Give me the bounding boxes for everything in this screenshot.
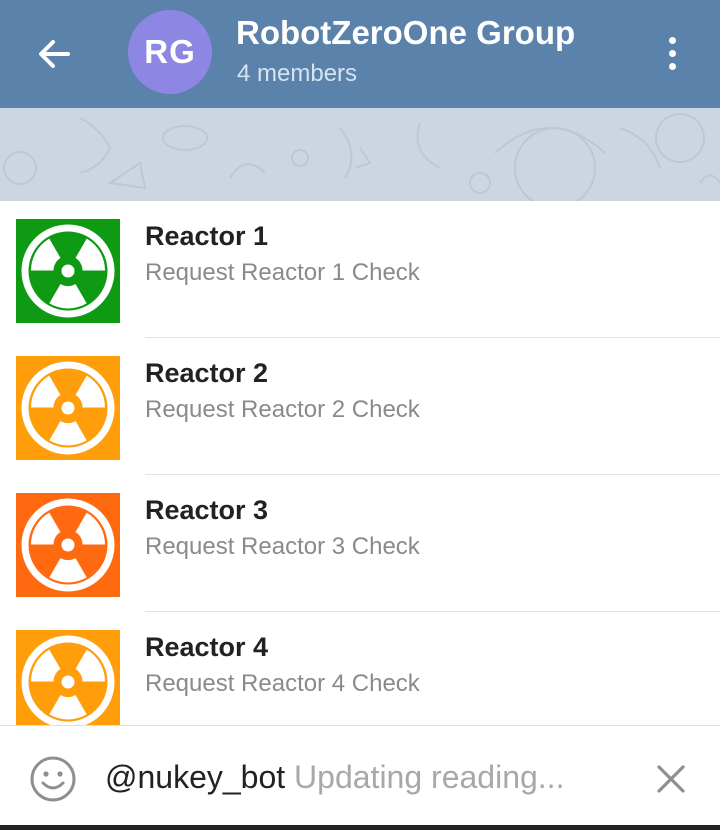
input-placeholder: Updating reading... bbox=[294, 759, 565, 795]
bottom-edge bbox=[0, 825, 720, 830]
smiley-icon[interactable] bbox=[28, 754, 78, 804]
result-title: Reactor 1 bbox=[145, 221, 269, 251]
reactor-2-thumbnail bbox=[16, 356, 120, 460]
group-avatar[interactable]: RG bbox=[128, 10, 212, 94]
result-title: Reactor 3 bbox=[145, 495, 269, 525]
more-options-button[interactable] bbox=[652, 28, 692, 78]
member-count: 4 members bbox=[237, 60, 358, 87]
chat-header: RG RobotZeroOne Group 4 members bbox=[0, 0, 720, 108]
result-item-reactor-4[interactable]: Reactor 4 Request Reactor 4 Check bbox=[0, 612, 720, 725]
result-description: Request Reactor 1 Check bbox=[145, 259, 420, 286]
reactor-1-thumbnail bbox=[16, 219, 120, 323]
back-button[interactable] bbox=[22, 22, 86, 86]
result-title: Reactor 4 bbox=[145, 632, 269, 662]
message-input[interactable]: @nukey_bot Updating reading... bbox=[105, 759, 564, 796]
wallpaper-doodles bbox=[3, 113, 720, 201]
result-description: Request Reactor 3 Check bbox=[145, 533, 420, 560]
more-vertical-icon bbox=[668, 36, 676, 44]
close-icon[interactable] bbox=[652, 760, 690, 798]
chat-wallpaper bbox=[0, 108, 720, 201]
radiation-icon bbox=[16, 630, 120, 725]
reactor-4-thumbnail bbox=[16, 630, 120, 725]
result-title: Reactor 2 bbox=[145, 358, 269, 388]
radiation-icon bbox=[16, 219, 120, 323]
result-item-reactor-1[interactable]: Reactor 1 Request Reactor 1 Check bbox=[0, 201, 720, 338]
group-title[interactable]: RobotZeroOne Group bbox=[236, 14, 575, 52]
bot-username: @nukey_bot bbox=[105, 759, 286, 795]
inline-results-list: Reactor 1 Request Reactor 1 Check Reacto… bbox=[0, 201, 720, 725]
radiation-icon bbox=[16, 356, 120, 460]
result-item-reactor-3[interactable]: Reactor 3 Request Reactor 3 Check bbox=[0, 475, 720, 612]
result-item-reactor-2[interactable]: Reactor 2 Request Reactor 2 Check bbox=[0, 338, 720, 475]
radiation-icon bbox=[16, 493, 120, 597]
result-description: Request Reactor 4 Check bbox=[145, 670, 420, 697]
result-description: Request Reactor 2 Check bbox=[145, 396, 420, 423]
reactor-3-thumbnail bbox=[16, 493, 120, 597]
message-input-bar: @nukey_bot Updating reading... bbox=[0, 725, 720, 830]
arrow-back-icon bbox=[39, 40, 70, 68]
